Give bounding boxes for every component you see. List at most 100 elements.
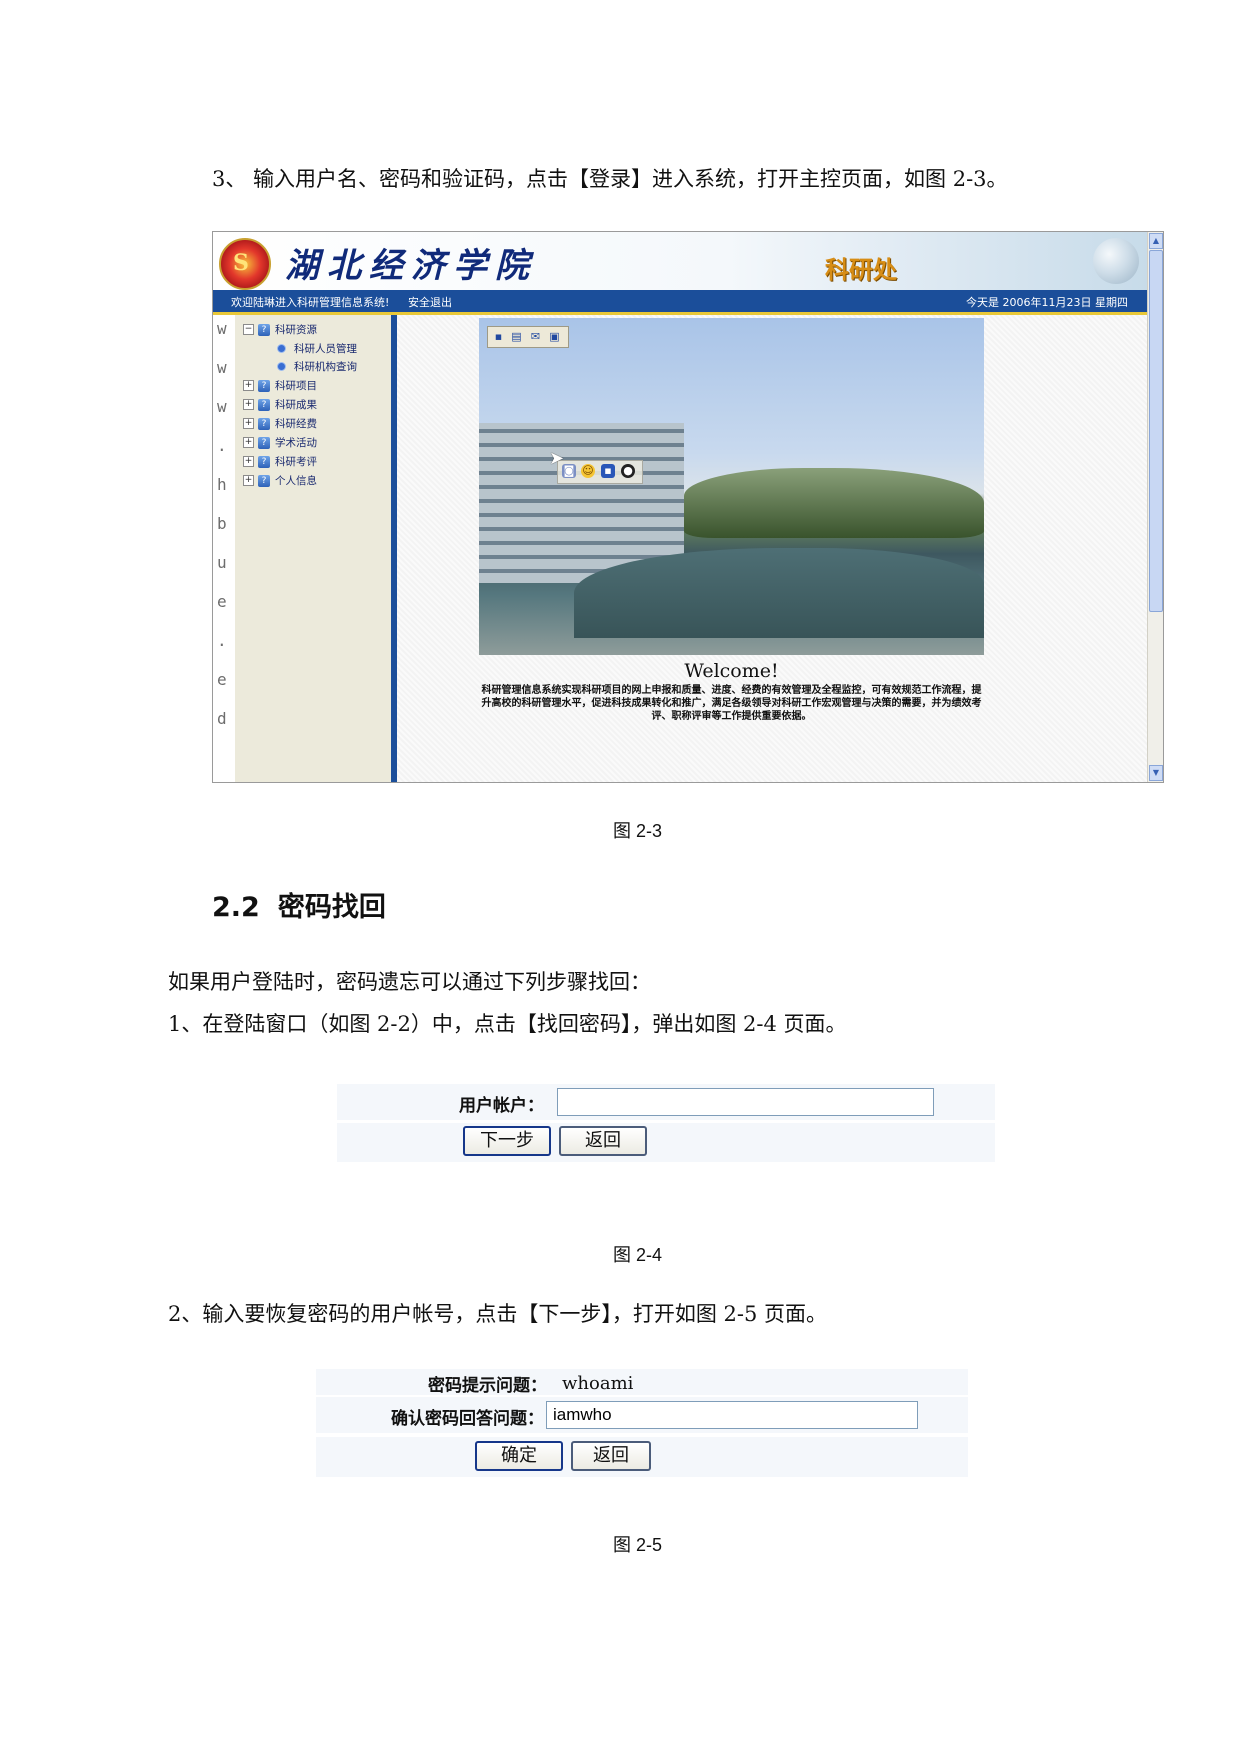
figure-2-5-caption: 图 2-5 xyxy=(613,1535,663,1555)
print-icon[interactable]: ▤ xyxy=(510,330,523,343)
back-button[interactable]: 返回 xyxy=(559,1126,647,1156)
system-intro: 科研管理信息系统实现科研项目的网上申报和质量、进度、经费的有效管理及全程监控，可… xyxy=(479,684,984,723)
help-icon: ? xyxy=(258,417,270,430)
scroll-thumb[interactable] xyxy=(1149,250,1163,612)
ok-button[interactable]: 确定 xyxy=(475,1441,563,1471)
tree-item-institution-query[interactable]: 科研机构查询 xyxy=(277,359,357,374)
photo-trees xyxy=(684,468,984,538)
url-char: e xyxy=(217,592,227,611)
intro-line: 科研管理信息系统实现科研项目的网上申报和质量、进度、经费的有效管理及全程监控，可… xyxy=(481,685,982,696)
vertical-scrollbar[interactable]: ▲ ▼ xyxy=(1147,232,1163,782)
scroll-down-icon[interactable]: ▼ xyxy=(1149,765,1163,781)
logout-link[interactable]: 安全退出 xyxy=(408,294,452,310)
help-icon: ? xyxy=(258,379,270,392)
help-icon: ? xyxy=(258,323,270,336)
school-logo: S xyxy=(219,238,271,290)
site-banner: S 湖北经济学院 科研处 xyxy=(213,232,1148,290)
step-1-text: 1、在登陆窗口（如图 2-2）中，点击【找回密码】，弹出如图 2-4 页面。 xyxy=(168,1012,847,1036)
school-name: 湖北经济学院 xyxy=(285,246,537,286)
figure-2-5-form: 密码提示问题： whoami 确认密码回答问题： 确定 返回 xyxy=(316,1369,968,1479)
image-toolbar: ▪ ▤ ✉ ▣ xyxy=(487,326,569,348)
campus-photo: ▪ ▤ ✉ ▣ ◙ ☺ ▪ ● ➤ xyxy=(479,318,984,655)
account-input[interactable] xyxy=(557,1088,934,1116)
answer-row: 确认密码回答问题： xyxy=(316,1397,968,1433)
save-icon[interactable]: ▪ xyxy=(492,330,505,343)
url-char: d xyxy=(217,709,227,728)
tree-item-achievements[interactable]: +? 科研成果 xyxy=(243,397,317,412)
answer-input[interactable] xyxy=(546,1401,918,1429)
save-icon[interactable]: ▪ xyxy=(601,464,615,478)
url-char: u xyxy=(217,553,227,572)
top-nav-bar: 欢迎陆琳进入科研管理信息系统! 安全退出 今天是 2006年11月23日 星期四 xyxy=(213,290,1148,315)
nav-tree: −? 科研资源 科研人员管理 科研机构查询 +? 科研项目 +? 科研成果 +? 科研经… xyxy=(235,315,391,782)
qq-icon[interactable]: ● xyxy=(621,464,635,478)
question-row: 密码提示问题： whoami xyxy=(316,1369,968,1396)
expand-icon[interactable]: + xyxy=(243,456,254,467)
question-value: whoami xyxy=(562,1373,634,1394)
help-icon: ? xyxy=(258,436,270,449)
buttons-row: 下一步 返回 xyxy=(337,1123,995,1162)
tree-item-evaluation[interactable]: +? 科研考评 xyxy=(243,454,317,469)
url-char: b xyxy=(217,514,227,533)
url-char: e xyxy=(217,670,227,689)
section-heading: 2.2 密码找回 xyxy=(212,885,386,924)
tree-item-personal-info[interactable]: +? 个人信息 xyxy=(243,473,317,488)
tree-item-researcher-management[interactable]: 科研人员管理 xyxy=(277,341,357,356)
expand-icon[interactable]: + xyxy=(243,475,254,486)
tree-item-funds[interactable]: +? 科研经费 xyxy=(243,416,317,431)
step-3-text: 3、 输入用户名、密码和验证码，点击【登录】进入系统，打开主控页面，如图 2-3… xyxy=(212,167,1008,191)
intro-line: 评、职称评审等工作提供重要依据。 xyxy=(651,711,812,722)
figure-2-3-screenshot: S 湖北经济学院 科研处 欢迎陆琳进入科研管理信息系统! 安全退出 今天是 20… xyxy=(212,231,1164,783)
tree-item-projects[interactable]: +? 科研项目 xyxy=(243,378,317,393)
vertical-url-watermark: w w w . h b u e . e d xyxy=(213,315,235,782)
url-char: . xyxy=(217,436,227,455)
url-char: . xyxy=(217,631,227,650)
url-char: w xyxy=(217,397,227,416)
step-2-text: 2、输入要恢复密码的用户帐号，点击【下一步】，打开如图 2-5 页面。 xyxy=(168,1302,828,1326)
tree-item-academic-activities[interactable]: +? 学术活动 xyxy=(243,435,317,450)
expand-icon[interactable]: + xyxy=(243,418,254,429)
bullet-icon xyxy=(277,344,286,353)
figure-2-4-caption: 图 2-4 xyxy=(613,1245,663,1265)
date-text: 今天是 2006年11月23日 星期四 xyxy=(966,296,1128,309)
expand-icon[interactable]: + xyxy=(243,437,254,448)
section-title: 密码找回 xyxy=(277,892,386,923)
next-button[interactable]: 下一步 xyxy=(463,1126,551,1156)
help-icon: ? xyxy=(258,398,270,411)
expand-icon[interactable]: + xyxy=(243,399,254,410)
section-number: 2.2 xyxy=(212,892,260,923)
photo-lake xyxy=(574,548,984,638)
back-button[interactable]: 返回 xyxy=(571,1441,651,1471)
email-icon[interactable]: ✉ xyxy=(529,330,542,343)
folder-icon[interactable]: ▣ xyxy=(548,330,561,343)
help-icon: ? xyxy=(258,474,270,487)
scroll-up-icon[interactable]: ▲ xyxy=(1149,233,1163,249)
expand-icon[interactable]: + xyxy=(243,380,254,391)
url-char: w xyxy=(217,358,227,377)
help-icon: ? xyxy=(258,455,270,468)
bullet-icon xyxy=(277,362,286,371)
mouse-cursor-icon: ➤ xyxy=(549,448,565,469)
globe-icon xyxy=(1093,238,1139,284)
intro-text: 如果用户登陆时，密码遗忘可以通过下列步骤找回： xyxy=(168,970,651,994)
logo-letter: S xyxy=(233,250,249,276)
im-toolbar: ◙ ☺ ▪ ● xyxy=(557,460,643,484)
question-label: 密码提示问题： xyxy=(428,1376,547,1396)
welcome-heading: Welcome! xyxy=(684,660,779,682)
intro-line: 升高校的科研管理水平，促进科技成果转化和推广，满足各级领导对科研工作宏观管理与决… xyxy=(481,698,982,709)
welcome-text: 欢迎陆琳进入科研管理信息系统! xyxy=(231,296,390,309)
account-row: 用户帐户： xyxy=(337,1084,995,1120)
answer-label: 确认密码回答问题： xyxy=(391,1409,544,1429)
tree-item-research-resources[interactable]: −? 科研资源 xyxy=(243,322,317,337)
collapse-icon[interactable]: − xyxy=(243,324,254,335)
department-name: 科研处 xyxy=(825,255,897,284)
url-char: w xyxy=(217,319,227,338)
smile-icon[interactable]: ☺ xyxy=(581,464,595,478)
buttons-row: 确定 返回 xyxy=(316,1437,968,1477)
main-content: ▪ ▤ ✉ ▣ ◙ ☺ ▪ ● ➤ Welcome! 科研管理信息系统实现科研项… xyxy=(397,315,1148,782)
figure-2-3-caption: 图 2-3 xyxy=(613,821,663,841)
account-label: 用户帐户： xyxy=(459,1096,544,1116)
url-char: h xyxy=(217,475,227,494)
camera-icon[interactable]: ◙ xyxy=(562,464,576,478)
figure-2-4-form: 用户帐户： 下一步 返回 xyxy=(337,1084,995,1162)
